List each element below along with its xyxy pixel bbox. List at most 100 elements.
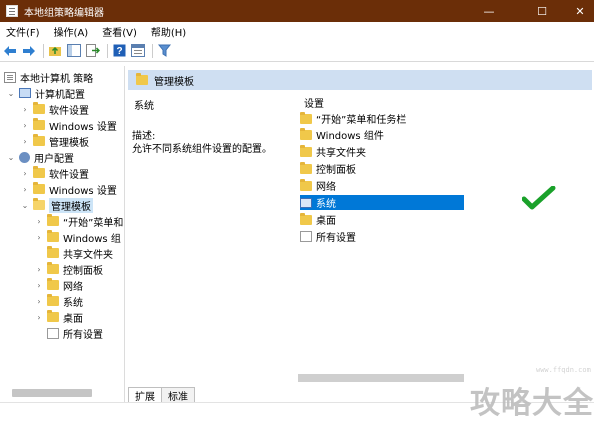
chevron-right-icon[interactable]: › [20, 121, 30, 130]
list-item-all-settings[interactable]: 所有设置 [300, 229, 356, 244]
list-item-start-menu[interactable]: “开始”菜单和任务栏 [300, 111, 406, 126]
tree-item-user-config[interactable]: ⌄ 用户配置 [6, 149, 74, 165]
folder-icon [300, 178, 312, 191]
description-text: 允许不同系统组件设置的配置。 [132, 144, 272, 155]
show-hide-tree-icon[interactable] [66, 43, 82, 59]
folder-icon [33, 118, 45, 130]
folder-icon [47, 278, 59, 290]
list-item-control-panel[interactable]: 控制面板 [300, 161, 356, 176]
user-icon [19, 151, 30, 163]
chevron-right-icon[interactable]: › [34, 297, 44, 306]
folder-icon [300, 161, 312, 174]
list-item-windows-components[interactable]: Windows 组件 [300, 127, 384, 142]
open-folder-icon [33, 198, 45, 210]
tree-horizontal-scrollbar[interactable] [12, 389, 92, 397]
folder-icon [33, 182, 45, 194]
tree-item-root[interactable]: 本地计算机 策略 [4, 69, 93, 85]
list-item-system-selected[interactable]: 系统 [300, 195, 464, 210]
chevron-right-icon[interactable]: › [34, 265, 44, 274]
folder-icon [47, 246, 59, 258]
selected-item-title: 系统 [134, 101, 154, 112]
tree-item-windows-settings[interactable]: › Windows 设置 [20, 181, 117, 197]
tab-standard[interactable]: 标准 [161, 387, 195, 403]
chevron-down-icon[interactable]: ⌄ [20, 201, 30, 210]
folder-icon [33, 102, 45, 114]
tree-item-windows-components[interactable]: › Windows 组 [34, 229, 121, 245]
svg-text:?: ? [116, 46, 122, 57]
menu-help[interactable]: 帮助(H) [145, 24, 194, 39]
folder-icon [47, 294, 59, 306]
window-title: 本地组策略编辑器 [24, 7, 104, 19]
tree-item-computer-config[interactable]: ⌄ 计算机配置 [6, 85, 85, 101]
computer-icon [19, 88, 31, 98]
tree-item-software-settings[interactable]: › 软件设置 [20, 165, 89, 181]
tree-item-system[interactable]: › 系统 [34, 293, 83, 309]
chevron-down-icon[interactable]: ⌄ [6, 153, 16, 162]
settings-doc-icon [300, 231, 312, 242]
folder-icon [33, 134, 45, 146]
chevron-right-icon[interactable]: › [20, 185, 30, 194]
maximize-button[interactable]: ☐ [527, 0, 557, 22]
minimize-button[interactable]: — [474, 0, 504, 22]
chevron-right-icon[interactable]: › [34, 281, 44, 290]
chevron-right-icon[interactable]: › [34, 217, 44, 226]
tree-item-control-panel[interactable]: › 控制面板 [34, 261, 103, 277]
tree-item-desktop[interactable]: › 桌面 [34, 309, 83, 325]
folder-icon [33, 166, 45, 178]
chevron-right-icon[interactable]: › [20, 105, 30, 114]
chevron-right-icon[interactable]: › [34, 313, 44, 322]
details-horizontal-scrollbar[interactable] [298, 374, 464, 382]
folder-icon [47, 230, 59, 242]
folder-icon [300, 144, 312, 157]
export-list-icon[interactable] [85, 43, 101, 59]
menu-view[interactable]: 查看(V) [96, 24, 145, 39]
menu-file[interactable]: 文件(F) [0, 24, 48, 39]
green-checkmark-icon [522, 186, 556, 210]
folder-icon [47, 262, 59, 274]
tree-pane[interactable]: 本地计算机 策略 ⌄ 计算机配置 › 软件设置 › Windows 设置 › 管… [0, 66, 125, 402]
tree-item-network[interactable]: › 网络 [34, 277, 83, 293]
folder-icon [300, 127, 312, 140]
chevron-down-icon[interactable]: ⌄ [6, 89, 16, 98]
help-icon[interactable]: ? [111, 43, 127, 59]
list-item-desktop[interactable]: 桌面 [300, 212, 336, 227]
tree-item-software-settings[interactable]: › 软件设置 [20, 101, 89, 117]
properties-icon[interactable] [130, 43, 146, 59]
toolbar-separator [152, 43, 153, 58]
toolbar-separator [107, 43, 108, 58]
tree-item-start-menu[interactable]: › “开始”菜单和 [34, 213, 123, 229]
tree-item-shared-folders[interactable]: 共享文件夹 [47, 245, 113, 261]
up-folder-icon[interactable] [47, 43, 63, 59]
tree-item-admin-templates-selected[interactable]: ⌄ 管理模板 [20, 197, 93, 213]
view-tabs: 扩展 标准 [128, 386, 195, 403]
title-bar: 本地组策略编辑器 — ☐ ✕ [0, 0, 594, 22]
tab-extended[interactable]: 扩展 [128, 387, 162, 403]
back-arrow-icon[interactable] [2, 43, 18, 59]
menu-bar: 文件(F) 操作(A) 查看(V) 帮助(H) [0, 22, 594, 40]
gpedit-app-icon [6, 5, 18, 17]
folder-icon [300, 212, 312, 225]
tree-item-windows-settings[interactable]: › Windows 设置 [20, 117, 117, 133]
folder-icon [300, 111, 312, 124]
forward-arrow-icon[interactable] [21, 43, 37, 59]
menu-action[interactable]: 操作(A) [48, 24, 97, 39]
chevron-right-icon[interactable]: › [20, 169, 30, 178]
system-folder-icon [300, 197, 312, 208]
list-item-network[interactable]: 网络 [300, 178, 336, 193]
policy-doc-icon [4, 71, 16, 83]
chevron-right-icon[interactable]: › [34, 233, 44, 242]
close-button[interactable]: ✕ [565, 0, 594, 22]
watermark-url: www.ffqdn.com [536, 366, 591, 374]
tree-item-all-settings[interactable]: 所有设置 [47, 325, 103, 341]
folder-icon [136, 73, 148, 85]
watermark-logo: 攻略大全 [470, 386, 594, 421]
chevron-right-icon[interactable]: › [20, 137, 30, 146]
list-item-shared-folders[interactable]: 共享文件夹 [300, 144, 366, 159]
tree-item-admin-templates[interactable]: › 管理模板 [20, 133, 89, 149]
column-header-settings[interactable]: 设置 [304, 95, 324, 110]
toolbar: ? [0, 40, 594, 62]
settings-doc-icon [47, 327, 59, 339]
filter-icon[interactable] [156, 43, 172, 59]
folder-icon [47, 310, 59, 322]
details-header: 管理模板 [128, 70, 592, 90]
